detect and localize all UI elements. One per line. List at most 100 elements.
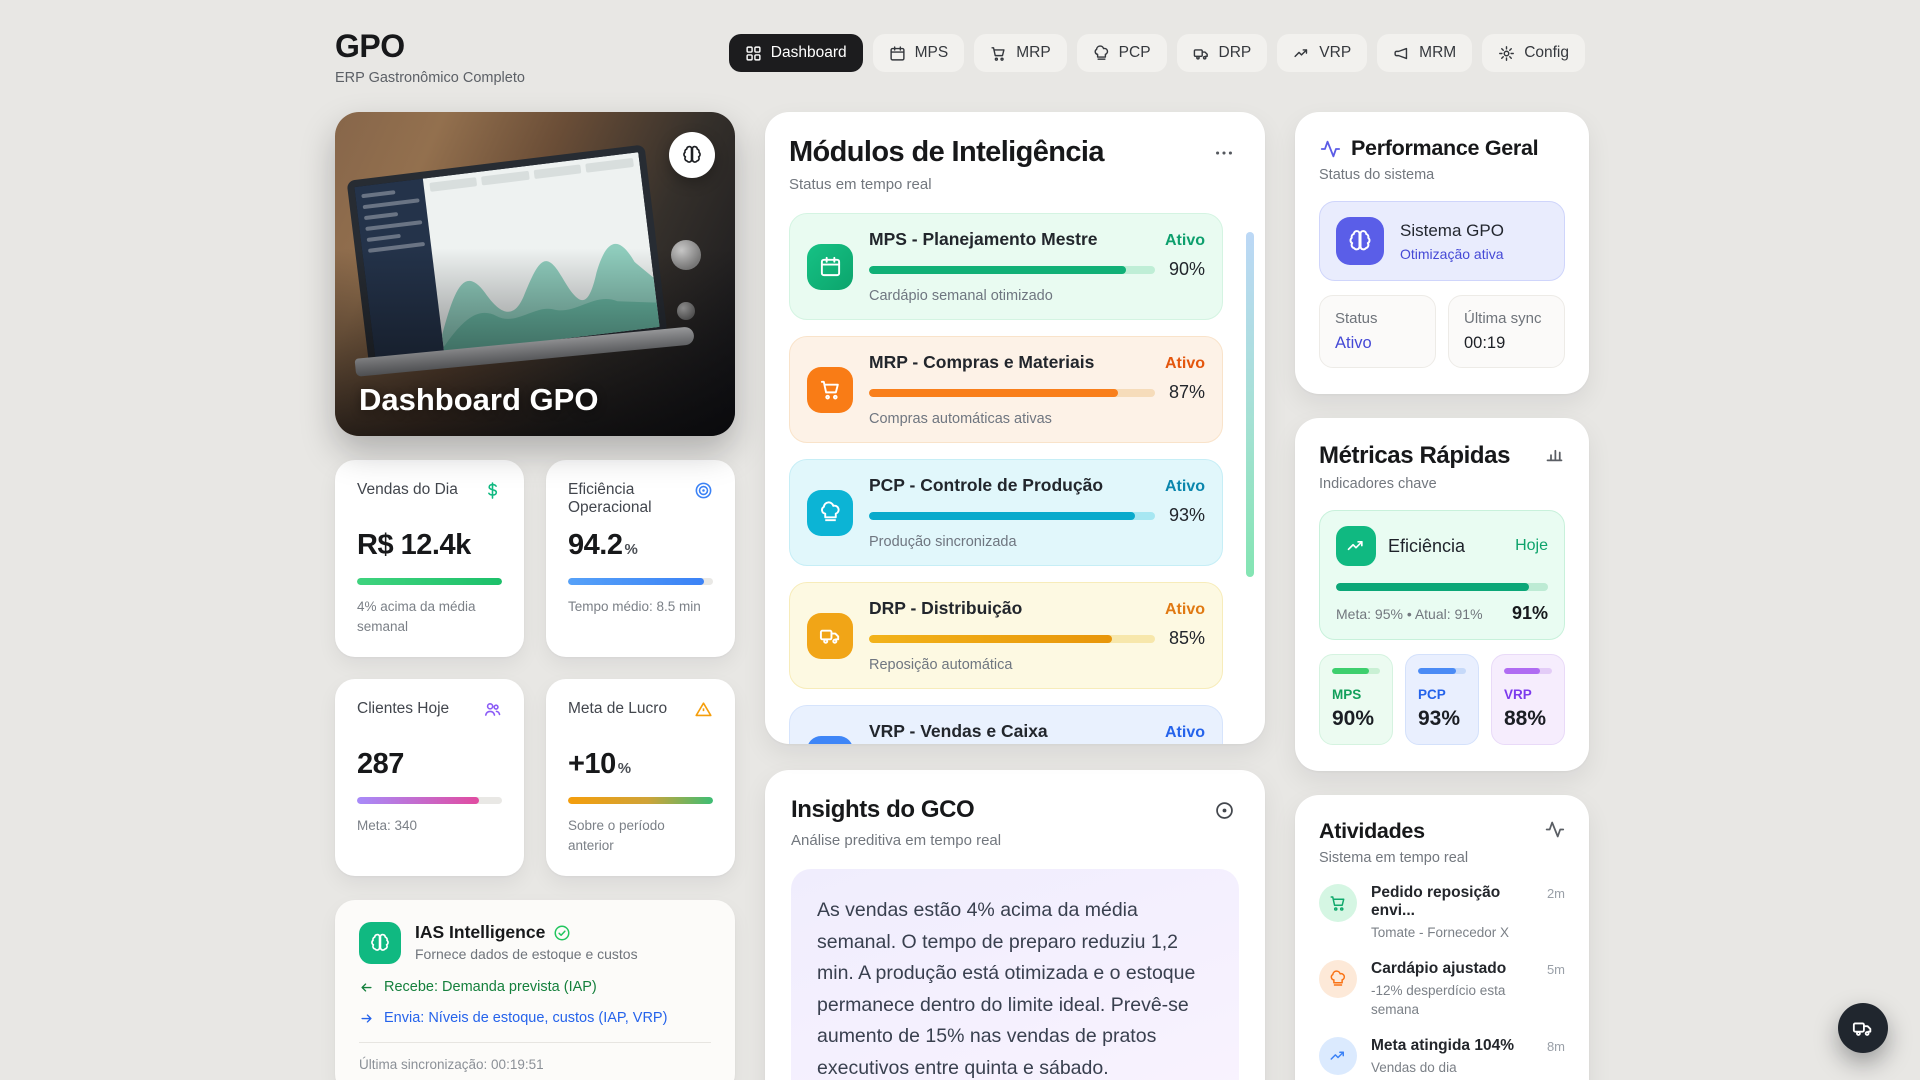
performance-card: Performance Geral Status do sistema Sist… [1295,112,1589,394]
activities-subtitle: Sistema em tempo real [1319,850,1469,866]
page: GPO ERP Gastronômico Completo Dashboard … [335,0,1589,1080]
stat-caption: Sobre o período anterior [568,818,665,853]
nav-tab-mrp[interactable]: MRP [974,34,1067,72]
module-row-pcp[interactable]: PCP - Controle de Produção Ativo 93% Prod… [789,459,1223,566]
module-status: Ativo [1165,724,1205,741]
module-caption: Reposição automática [869,657,1013,673]
activity-subtitle: -12% desperdício esta semana [1371,982,1506,1017]
mini-metric-pcp: PCP 93% [1405,654,1479,745]
stat-card-meta-lucro: Meta de Lucro +10% Sobre o período anter… [546,679,735,877]
brain-icon [1336,217,1384,265]
ias-sends: Envia: Níveis de estoque, custos (IAP, V… [384,1010,668,1027]
activity-list: Pedido reposição envi... Tomate - Fornec… [1319,884,1565,1080]
truck-icon [1852,1017,1874,1039]
modules-subtitle: Status em tempo real [789,176,932,193]
mini-metric-mps: MPS 90% [1319,654,1393,745]
activities-title: Atividades [1319,819,1425,843]
stat-grid: Vendas do Dia R$ 12.4k 4% acima da média… [335,460,735,877]
cart-icon [990,45,1007,62]
module-progress [869,388,1155,397]
module-row-vrp[interactable]: VRP - Vendas e CaixaAtivo 88% Reajuste d… [789,705,1223,744]
module-caption: Compras automáticas ativas [869,411,1052,427]
ias-intelligence-card: IAS Intelligence Fornece dados de estoqu… [335,900,735,1080]
stat-label: Vendas do Dia [357,481,458,498]
sync-box: Última sync 00:19 [1448,295,1565,368]
system-status-box: Sistema GPO Otimização ativa [1319,201,1565,281]
delivery-fab-button[interactable] [1838,1003,1888,1053]
target-icon [694,481,713,521]
mini-metric-vrp: VRP 88% [1491,654,1565,745]
efficiency-value: 91% [1511,603,1548,623]
activity-item[interactable]: Meta atingida 104% Vendas do dia 8m [1319,1036,1565,1078]
stat-progress [357,578,502,585]
header: GPO ERP Gastronômico Completo Dashboard … [335,28,1585,86]
activities-card: Atividades Sistema em tempo real Pedido … [1295,795,1589,1080]
module-percent: 85% [1168,628,1205,648]
more-options-button[interactable] [1207,136,1241,170]
mini-progress [1418,668,1466,674]
efficiency-progress [1336,583,1548,591]
system-status: Otimização ativa [1400,245,1504,262]
module-row-drp[interactable]: DRP - Distribuição Ativo 85% Reposição au… [789,582,1223,689]
module-progress [869,511,1155,520]
insights-view-button[interactable] [1210,796,1239,825]
efficiency-badge: Hoje [1515,537,1548,554]
insights-paragraph: As vendas estão 4% acima da média semana… [817,899,1196,1079]
arrow-left-icon [359,980,374,995]
hero-card: Dashboard GPO [335,112,735,436]
activity-title: Pedido reposição envi... [1371,884,1501,919]
nav-tab-vrp[interactable]: VRP [1277,34,1368,72]
stat-value: +10% [568,748,631,781]
insights-box: As vendas estão 4% acima da média semana… [791,869,1239,1080]
stat-label: Eficiência Operacional [568,481,652,516]
module-row-mrp[interactable]: MRP - Compras e Materiais Ativo 87% Compr… [789,336,1223,443]
bar-chart-icon [1544,442,1565,463]
metrics-subtitle: Indicadores chave [1319,476,1437,492]
stat-caption: Tempo médio: 8.5 min [568,599,701,614]
pulse-icon [1544,819,1565,840]
nav-label: VRP [1319,44,1352,61]
activity-time: 2m [1546,886,1565,901]
chef-hat-icon [1093,44,1110,62]
nav-tab-drp[interactable]: DRP [1176,34,1268,72]
activity-item[interactable]: Cardápio ajustado -12% desperdício esta … [1319,959,1565,1020]
activity-item[interactable]: Pedido reposição envi... Tomate - Fornec… [1319,884,1565,943]
module-title: MRP - Compras e Materiais [869,352,1095,372]
module-caption: Produção sincronizada [869,534,1017,550]
insights-card: Insights do GCO Análise preditiva em tem… [765,770,1265,1080]
stat-card-vendas: Vendas do Dia R$ 12.4k 4% acima da média… [335,460,524,658]
nav-tab-pcp[interactable]: PCP [1076,34,1167,72]
nav-tab-mrm[interactable]: MRM [1377,34,1473,72]
module-progress [869,634,1155,643]
mini-label: PCP [1418,687,1446,702]
activity-time: 8m [1546,1038,1565,1054]
activity-subtitle: Tomate - Fornecedor X [1371,925,1510,940]
circle-dot-icon [1214,800,1235,821]
module-progress [869,265,1155,274]
module-title: PCP - Controle de Produção [869,475,1104,495]
module-row-mps[interactable]: MPS - Planejamento Mestre Ativo 90% Cardá… [789,213,1223,320]
alert-triangle-icon [694,700,713,740]
hero-title: Dashboard GPO [359,382,599,417]
stat-caption: Meta: 340 [357,818,418,834]
modules-scrollbar[interactable] [1246,232,1254,577]
efficiency-label: Eficiência [1388,535,1466,556]
nav-label: MRP [1016,44,1051,61]
mini-value: 90% [1332,707,1375,730]
mini-label: VRP [1504,687,1532,702]
metrics-card: Métricas Rápidas Indicadores chave Efici… [1295,418,1589,771]
brain-icon [681,144,703,166]
module-list: MPS - Planejamento Mestre Ativo 90% Cardá… [789,213,1241,744]
stat-value: 94.2% [568,529,638,561]
nav-tab-mps[interactable]: MPS [872,34,965,72]
mini-label: MPS [1332,687,1362,702]
hero-ai-button[interactable] [669,132,715,178]
stat-label: Clientes Hoje [357,700,450,718]
trending-up-icon [807,735,853,744]
modules-title: Módulos de Inteligência [789,136,1105,168]
ias-subtitle: Fornece dados de estoque e custos [415,946,638,963]
ias-last-sync: Última sincronização: 00:19:51 [359,1057,544,1073]
nav-tab-dashboard[interactable]: Dashboard [728,34,863,72]
mini-value: 88% [1504,707,1547,730]
nav-tab-config[interactable]: Config [1482,34,1585,72]
